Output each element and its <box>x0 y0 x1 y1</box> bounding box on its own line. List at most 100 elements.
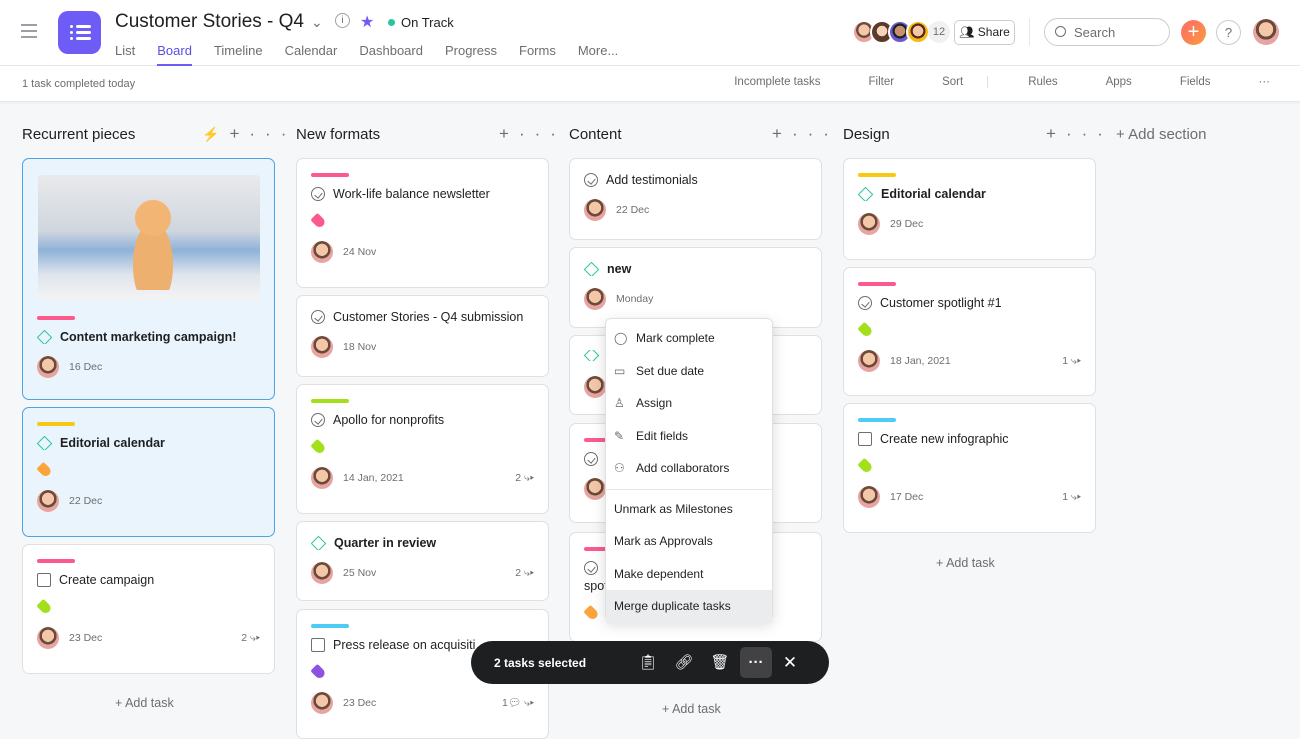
add-task-button[interactable]: + Add task <box>662 702 721 716</box>
subtask-icon[interactable]: ⤷▸ <box>521 567 534 579</box>
toolbar-sort-button[interactable]: Sort <box>918 76 963 88</box>
add-task-button[interactable]: + Add task <box>936 556 995 570</box>
add-task-plus-icon[interactable]: + <box>229 124 249 143</box>
task-card[interactable]: Quarter in review 25 Nov 2 ⤷▸ <box>296 521 549 601</box>
toolbar-filter-button[interactable]: Filter <box>845 76 895 88</box>
tab-progress[interactable]: Progress <box>445 43 497 66</box>
toolbar-apps-button[interactable]: Apps <box>1082 76 1132 88</box>
assignee-avatar[interactable] <box>858 350 880 372</box>
convert-to-task-icon[interactable]: 📋︎ <box>632 647 664 678</box>
assignee-avatar[interactable] <box>37 627 59 649</box>
check-icon[interactable] <box>311 310 325 324</box>
assignee-avatar[interactable] <box>37 356 59 378</box>
toolbar-more-button[interactable]: ··· <box>1235 76 1271 88</box>
add-section-button[interactable]: + Add section <box>1116 126 1206 143</box>
task-card[interactable]: new Monday <box>569 247 822 328</box>
assignee-avatar[interactable] <box>311 467 333 489</box>
search-input[interactable]: Search <box>1044 18 1170 46</box>
menu-item-set-due-date[interactable]: ▭ Set due date <box>606 355 772 388</box>
card-meta: 1 ⤷▸ <box>1062 491 1081 504</box>
lightning-rule-icon[interactable]: ⚡ <box>202 126 229 142</box>
assignee-avatar[interactable] <box>311 692 333 714</box>
menu-item-assign[interactable]: ♙ Assign <box>606 387 772 420</box>
assignee-avatar[interactable] <box>858 486 880 508</box>
info-icon[interactable]: i <box>335 13 350 28</box>
tab-list[interactable]: List <box>115 43 135 66</box>
check-icon[interactable] <box>311 187 325 201</box>
share-button[interactable]: 👥︎ Share <box>954 20 1015 45</box>
menu-item-unmark-as-milestones[interactable]: Unmark as Milestones <box>606 493 772 526</box>
toolbar-fields-button[interactable]: Fields <box>1156 76 1211 88</box>
toolbar-incomplete-tasks-button[interactable]: Incomplete tasks <box>710 76 820 88</box>
members[interactable]: 12 <box>852 20 950 44</box>
subtask-icon[interactable]: ⤷▸ <box>524 697 534 709</box>
column-more-icon[interactable]: ··· <box>1066 124 1113 143</box>
user-avatar[interactable] <box>1253 19 1279 45</box>
task-title: Create campaign <box>37 573 260 587</box>
task-card[interactable]: Create new infographic 17 Dec 1 ⤷▸ <box>843 403 1096 533</box>
tab-more[interactable]: More... <box>578 43 618 66</box>
check-icon[interactable] <box>311 413 325 427</box>
assignee-avatar[interactable] <box>584 288 606 310</box>
hamburger-menu-icon[interactable] <box>21 24 37 38</box>
task-card[interactable]: Apollo for nonprofits 14 Jan, 2021 2 ⤷▸ <box>296 384 549 514</box>
task-card[interactable]: Editorial calendar 22 Dec <box>22 407 275 537</box>
toolbar-rules-button[interactable]: Rules <box>987 76 1058 88</box>
assignee-avatar[interactable] <box>858 213 880 235</box>
link-icon[interactable]: 🔗︎ <box>668 647 700 678</box>
task-card[interactable]: Work-life balance newsletter 24 Nov <box>296 158 549 288</box>
menu-item-mark-complete[interactable]: ◯ Mark complete <box>606 322 772 355</box>
subtask-icon[interactable]: ⤷▸ <box>247 632 260 644</box>
subtask-icon[interactable]: ⤷▸ <box>521 472 534 484</box>
add-task-plus-icon[interactable]: + <box>772 124 792 143</box>
menu-item-edit-fields[interactable]: ✎ Edit fields <box>606 420 772 453</box>
menu-item-make-dependent[interactable]: Make dependent <box>606 558 772 591</box>
column-header: New formats <box>296 126 381 143</box>
assignee-avatar[interactable] <box>584 376 606 398</box>
card-footer: 25 Nov 2 ⤷▸ <box>311 562 534 584</box>
tab-calendar[interactable]: Calendar <box>285 43 338 66</box>
check-icon[interactable] <box>584 561 598 575</box>
menu-item-add-collaborators[interactable]: ⚇ Add collaborators <box>606 452 772 485</box>
subtask-icon[interactable]: ⤷▸ <box>1068 491 1081 503</box>
assignee-avatar[interactable] <box>584 478 606 500</box>
more-options-icon[interactable]: ··· <box>740 647 772 678</box>
task-card[interactable]: Create campaign 23 Dec 2 ⤷▸ <box>22 544 275 674</box>
trash-icon[interactable]: 🗑︎ <box>704 647 736 678</box>
tab-board[interactable]: Board <box>157 43 192 66</box>
subtask-icon[interactable]: ⤷▸ <box>1068 355 1081 367</box>
close-icon[interactable]: ✕ <box>774 647 806 678</box>
menu-item-merge-duplicate-tasks[interactable]: Merge duplicate tasks <box>606 590 772 623</box>
help-button[interactable]: ? <box>1216 20 1241 45</box>
assignee-avatar[interactable] <box>311 336 333 358</box>
chevron-down-icon[interactable]: ⌄ <box>311 14 323 31</box>
task-card[interactable]: Add testimonials 22 Dec <box>569 158 822 240</box>
assignee-avatar[interactable] <box>311 241 333 263</box>
tab-dashboard[interactable]: Dashboard <box>359 43 423 66</box>
project-title[interactable]: Customer Stories - Q4 <box>115 11 304 33</box>
tab-timeline[interactable]: Timeline <box>214 43 263 66</box>
task-card[interactable]: Customer spotlight #1 18 Jan, 2021 1 ⤷▸ <box>843 267 1096 396</box>
check-icon[interactable] <box>584 452 598 466</box>
assignee-avatar[interactable] <box>37 490 59 512</box>
column-more-icon[interactable]: ··· <box>249 124 296 143</box>
check-icon[interactable] <box>858 296 872 310</box>
assignee-avatar[interactable] <box>311 562 333 584</box>
add-task-plus-icon[interactable]: + <box>499 124 519 143</box>
menu-item-mark-as-approvals[interactable]: Mark as Approvals <box>606 525 772 558</box>
tab-forms[interactable]: Forms <box>519 43 556 66</box>
assignee-avatar[interactable] <box>584 199 606 221</box>
task-card[interactable]: Editorial calendar 29 Dec <box>843 158 1096 260</box>
check-icon[interactable] <box>584 173 598 187</box>
column-more-icon[interactable]: ··· <box>519 124 566 143</box>
task-card[interactable]: Customer Stories - Q4 submission 18 Nov <box>296 295 549 377</box>
tag-icon <box>310 212 327 230</box>
card-footer: 18 Jan, 2021 1 ⤷▸ <box>858 350 1081 372</box>
star-icon[interactable]: ★ <box>360 12 374 32</box>
task-card[interactable]: Content marketing campaign! 16 Dec <box>22 158 275 400</box>
create-plus-button[interactable]: + <box>1181 20 1206 45</box>
add-task-button[interactable]: + Add task <box>115 696 174 710</box>
add-task-plus-icon[interactable]: + <box>1046 124 1066 143</box>
status-badge[interactable]: On Track <box>388 15 454 30</box>
column-more-icon[interactable]: ··· <box>792 124 839 143</box>
